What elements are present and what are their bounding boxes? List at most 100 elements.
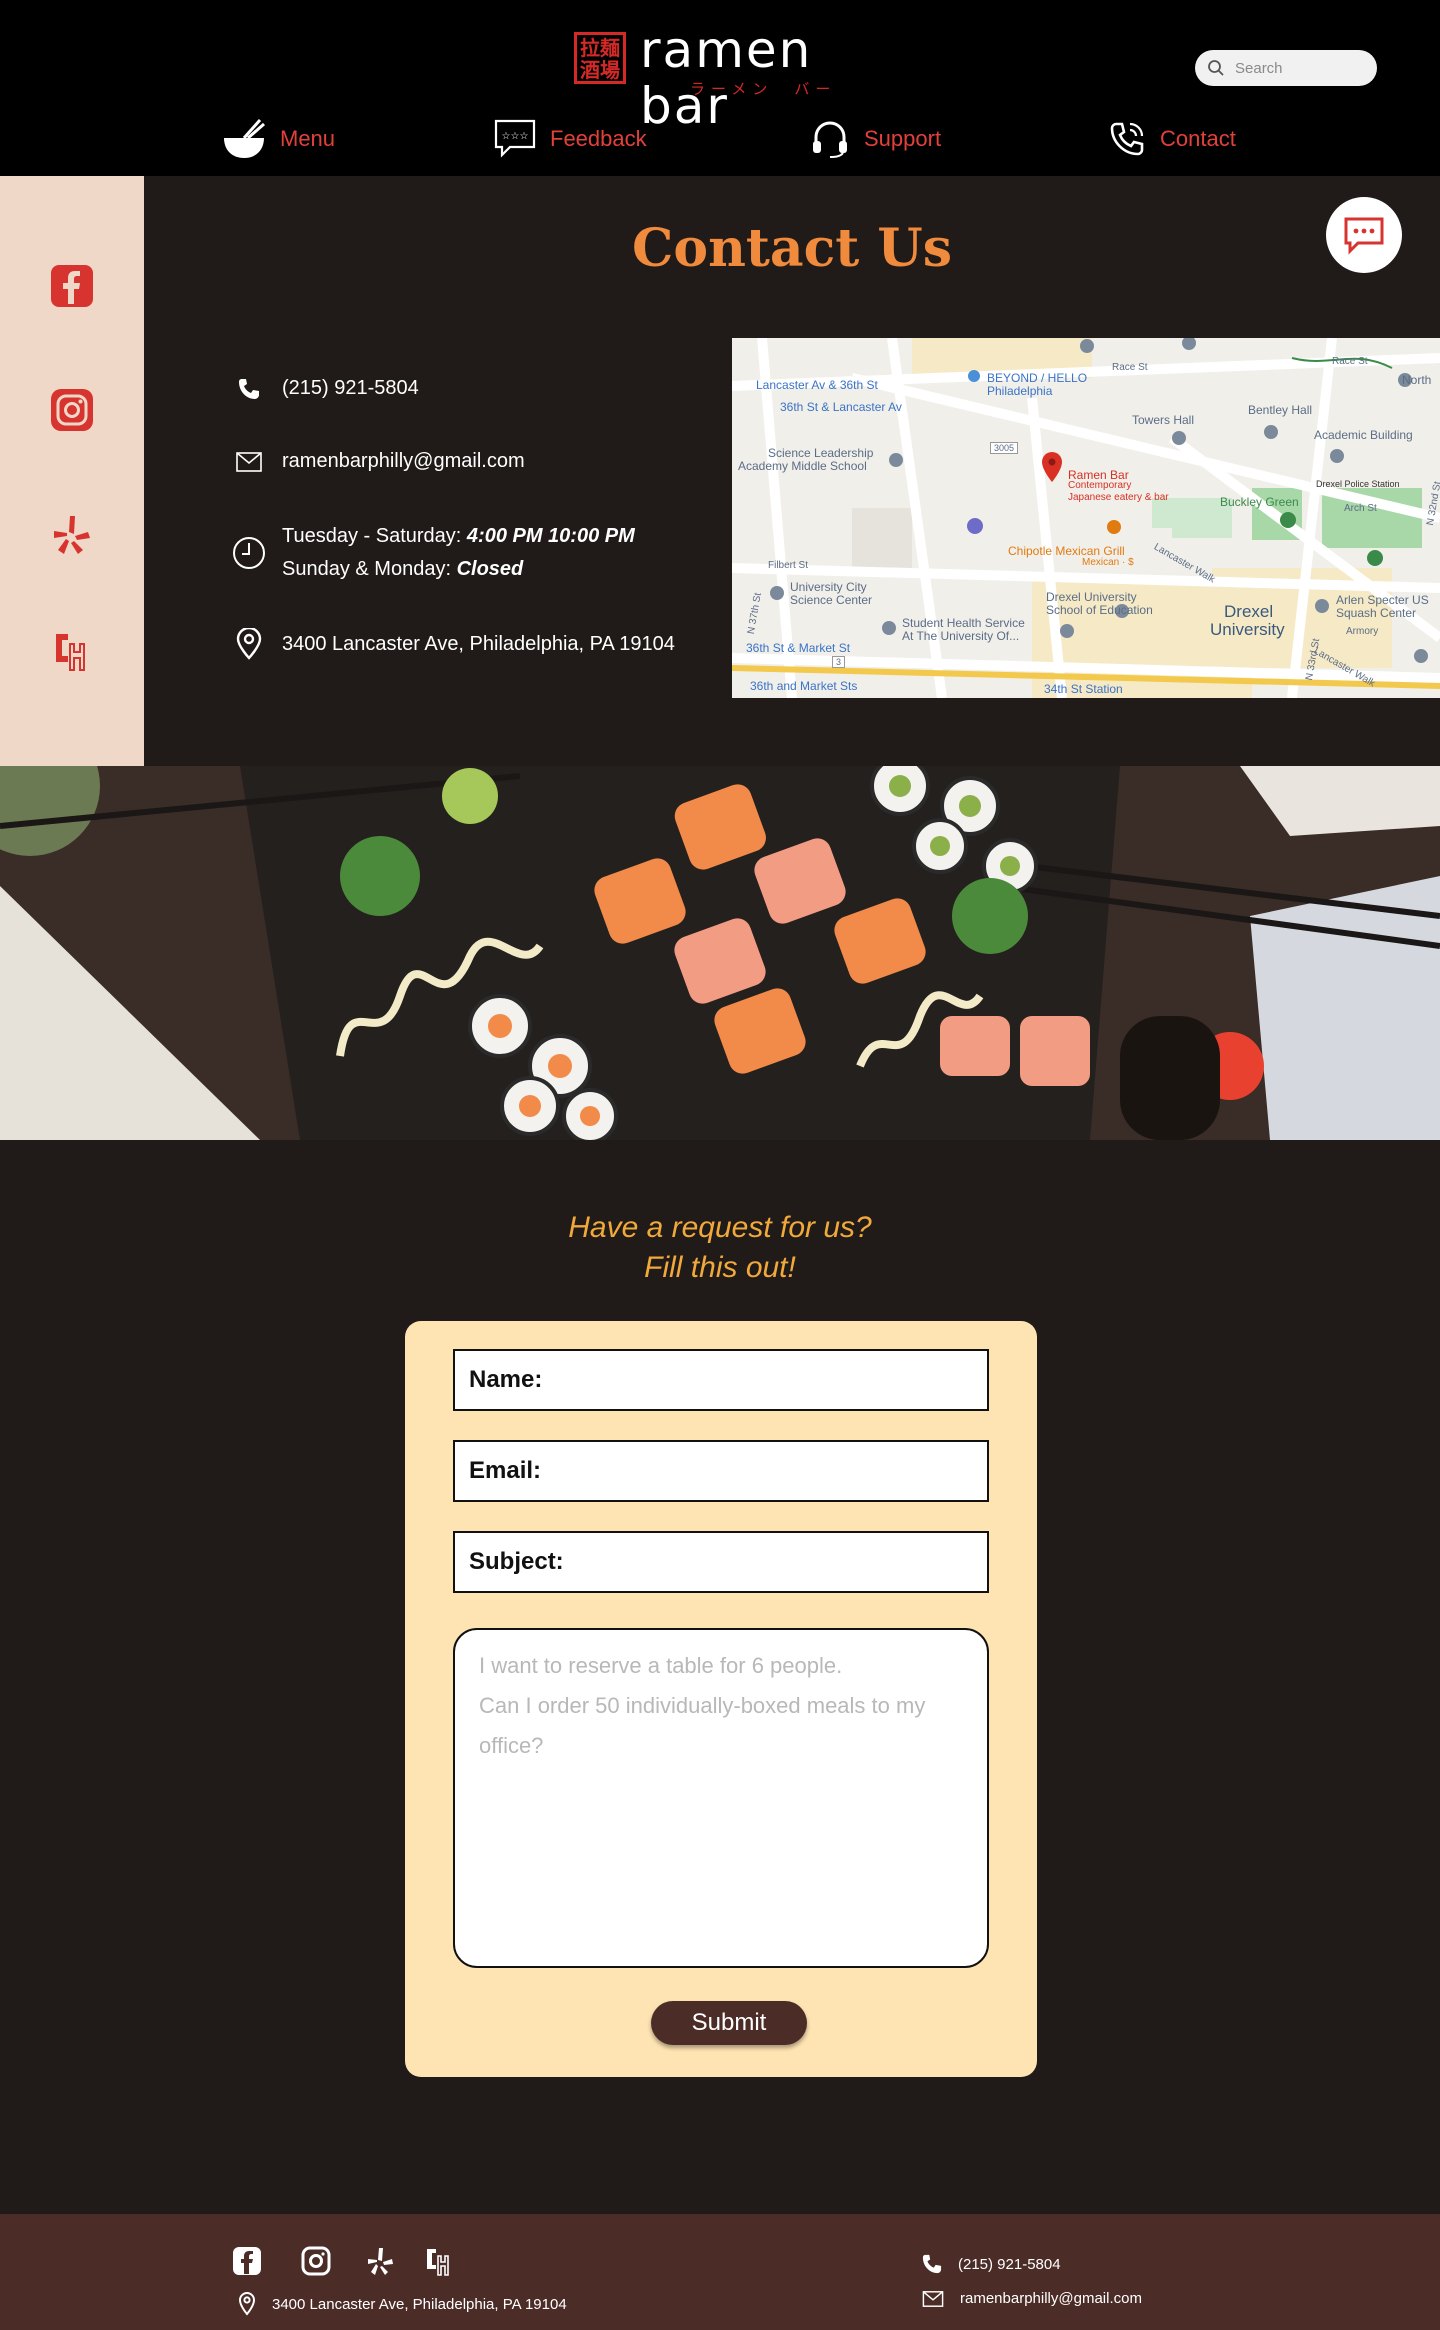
facebook-icon[interactable] — [50, 264, 94, 308]
feedback-stars-icon: ☆☆☆ — [494, 119, 536, 158]
map-label: Japanese eatery & bar — [1068, 492, 1169, 503]
map-label: Lancaster Av & 36th St — [756, 378, 878, 392]
nav-support[interactable]: Support — [810, 112, 941, 166]
map-route-badge: 3005 — [990, 442, 1019, 454]
map-label: University City — [790, 580, 867, 594]
nav-menu-label: Menu — [280, 126, 336, 151]
nav-support-label: Support — [864, 126, 942, 151]
contact-address[interactable]: 3400 Lancaster Ave, Philadelphia, PA 191… — [282, 633, 675, 656]
map-label: Science Center — [790, 593, 873, 607]
hours-weekend: Sunday & Monday: Closed — [282, 558, 524, 580]
social-sidebar — [0, 176, 144, 766]
envelope-icon — [922, 2290, 944, 2307]
email-input[interactable] — [547, 1451, 987, 1491]
contact-phone[interactable]: (215) 921-5804 — [282, 377, 419, 400]
map-label: Armory — [1346, 626, 1379, 637]
map-label: Arlen Specter US — [1336, 593, 1429, 607]
contact-phone-row: (215) 921-5804 — [228, 377, 419, 400]
location-pin-icon — [236, 628, 262, 660]
location-pin-icon — [238, 2292, 256, 2316]
map-label: Squash Center — [1336, 606, 1417, 620]
email-field[interactable]: Email: — [453, 1440, 989, 1502]
ramen-bowl-icon — [224, 119, 265, 158]
map-label: Mexican · $ — [1082, 557, 1134, 568]
map-label: Drexel Police Station — [1316, 479, 1400, 489]
map-label: Contemporary — [1068, 480, 1132, 491]
instagram-icon[interactable] — [50, 388, 94, 432]
map-label: Student Health Service — [902, 616, 1025, 630]
form-heading: Have a request for us? Fill this out! — [568, 1211, 872, 1284]
logo[interactable]: 拉麺酒場 ramen bar ラーメン バー — [574, 22, 874, 134]
map-label: Philadelphia — [987, 384, 1053, 398]
nav-feedback[interactable]: ☆☆☆ Feedback — [494, 112, 647, 166]
footer-email-row: ramenbarphilly@gmail.com — [922, 2290, 1142, 2307]
yelp-icon[interactable] — [366, 2246, 396, 2276]
map-label: School of Education — [1046, 603, 1153, 617]
subject-label: Subject: — [469, 1548, 564, 1575]
yelp-icon[interactable] — [50, 512, 94, 556]
map-label: Race St — [1332, 356, 1368, 367]
subject-field[interactable]: Subject: — [453, 1531, 989, 1593]
logo-seal: 拉麺酒場 — [574, 32, 626, 84]
contact-hours-row: Tuesday - Saturday: 4:00 PM 10:00 PM Sun… — [228, 520, 635, 586]
site-header: 拉麺酒場 ramen bar ラーメン バー Menu ☆☆☆ Feedback… — [0, 0, 1440, 176]
chat-button[interactable] — [1326, 197, 1402, 273]
map-label: Science Leadership — [768, 446, 874, 460]
email-label: Email: — [469, 1457, 542, 1484]
subject-input[interactable] — [569, 1542, 987, 1582]
phone-icon — [239, 378, 259, 399]
grubhub-icon[interactable] — [424, 2246, 454, 2276]
name-field[interactable]: Name: — [453, 1349, 989, 1411]
name-input[interactable] — [548, 1360, 987, 1400]
name-label: Name: — [469, 1366, 543, 1393]
request-form: Name: Email: Subject: Submit — [405, 1321, 1037, 2077]
sushi-illustration — [0, 766, 1440, 1140]
nav-menu[interactable]: Menu — [222, 112, 335, 166]
nav-feedback-label: Feedback — [550, 126, 647, 151]
map-label: Chipotle Mexican Grill — [1008, 544, 1125, 558]
map-label: Bentley Hall — [1248, 403, 1313, 417]
page-title: Contact Us — [632, 218, 952, 279]
location-map[interactable]: Lancaster Av & 36th St 36th St & Lancast… — [732, 338, 1440, 698]
footer-address[interactable]: 3400 Lancaster Ave, Philadelphia, PA 191… — [272, 2296, 567, 2313]
footer-email[interactable]: ramenbarphilly@gmail.com — [960, 2290, 1142, 2307]
map-label: 36th St & Lancaster Av — [780, 400, 902, 414]
message-textarea[interactable] — [453, 1628, 989, 1968]
map-label: 36th and Market Sts — [750, 679, 858, 693]
instagram-icon[interactable] — [301, 2246, 331, 2276]
map-label: Arch St — [1344, 503, 1377, 514]
svg-text:☆☆☆: ☆☆☆ — [502, 131, 529, 142]
site-footer: 3400 Lancaster Ave, Philadelphia, PA 191… — [0, 2214, 1440, 2330]
contact-email-row: ramenbarphilly@gmail.com — [228, 450, 525, 473]
phone-icon — [922, 2254, 942, 2274]
grubhub-icon[interactable] — [50, 628, 94, 672]
map-label: BEYOND / HELLO — [987, 371, 1088, 385]
submit-button[interactable]: Submit — [651, 2001, 807, 2045]
footer-phone-row: (215) 921-5804 — [922, 2254, 1061, 2274]
chat-icon — [1344, 217, 1384, 255]
envelope-icon — [236, 451, 262, 472]
footer-address-row: 3400 Lancaster Ave, Philadelphia, PA 191… — [238, 2292, 567, 2316]
logo-subtitle: ラーメン バー — [690, 80, 837, 98]
nav-contact-label: Contact — [1160, 126, 1236, 151]
sushi-banner-image — [0, 766, 1440, 1140]
map-label: Academic Building — [1314, 428, 1413, 442]
hours-weekday: Tuesday - Saturday: 4:00 PM 10:00 PM — [282, 525, 635, 547]
clock-icon — [233, 537, 265, 569]
map-label: 34th St Station — [1044, 682, 1123, 696]
contact-email[interactable]: ramenbarphilly@gmail.com — [282, 450, 525, 473]
map-label: 36th St & Market St — [746, 641, 851, 655]
map-label: Drexel University — [1046, 590, 1137, 604]
footer-phone[interactable]: (215) 921-5804 — [958, 2256, 1061, 2273]
search-box[interactable] — [1195, 50, 1377, 86]
map-label: Buckley Green — [1220, 495, 1299, 509]
facebook-icon[interactable] — [232, 2246, 262, 2276]
map-label: North — [1402, 373, 1432, 387]
map-label: University — [1210, 620, 1285, 639]
search-input[interactable] — [1235, 57, 1365, 79]
phone-icon — [1110, 122, 1144, 156]
map-label: Drexel — [1224, 602, 1274, 621]
map-label: Filbert St — [768, 560, 809, 571]
nav-contact[interactable]: Contact — [1108, 112, 1236, 166]
map-label: Race St — [1112, 362, 1148, 373]
